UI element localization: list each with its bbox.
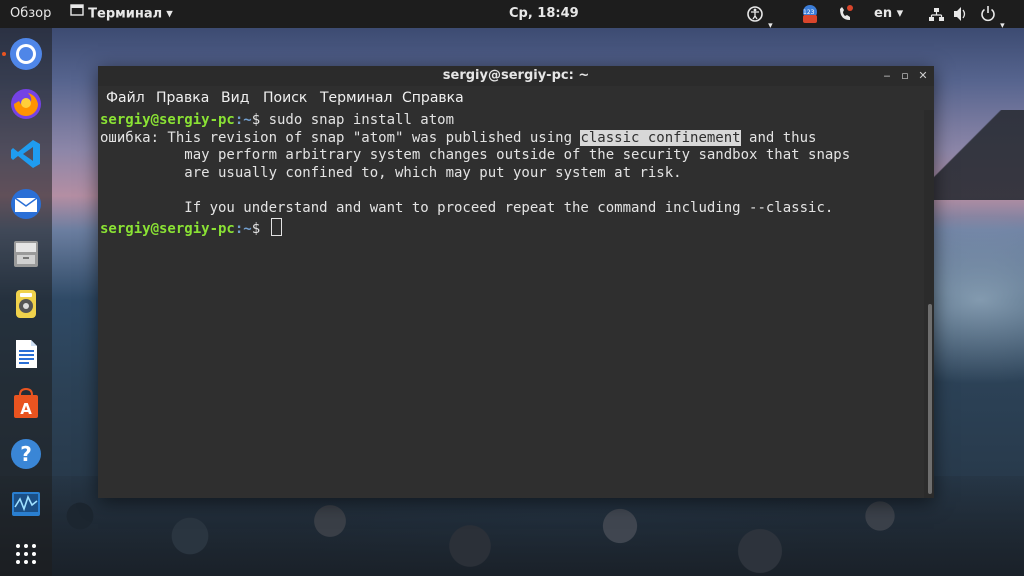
command-text: sudo snap install atom bbox=[268, 112, 455, 128]
minimize-button[interactable]: ‒ bbox=[878, 66, 896, 86]
wallpaper-mountain bbox=[924, 110, 1024, 200]
terminal-window[interactable]: sergiy@sergiy-pc: ~ ‒ ▫ ✕ Файл Правка Ви… bbox=[98, 66, 934, 498]
system-monitor-icon[interactable] bbox=[8, 486, 44, 522]
files-icon[interactable] bbox=[8, 236, 44, 272]
app-menu[interactable]: Терминал ▾ bbox=[70, 0, 173, 28]
clock[interactable]: Ср, 18:49 bbox=[509, 0, 579, 28]
prompt-line: sergiy@sergiy-pc:~$ bbox=[100, 217, 282, 239]
mail-icon[interactable] bbox=[8, 186, 44, 222]
selected-text[interactable]: classic confinement bbox=[580, 129, 741, 146]
phone-indicator-icon[interactable] bbox=[836, 0, 854, 28]
error-line-1: ошибка: This revision of snap "atom" was… bbox=[100, 129, 817, 148]
menu-edit[interactable]: Правка bbox=[156, 86, 209, 110]
menu-file[interactable]: Файл bbox=[106, 86, 145, 110]
prompt-user-host: sergiy@sergiy-pc bbox=[100, 220, 235, 237]
terminal-output[interactable]: sergiy@sergiy-pc:~$ sudo snap install at… bbox=[98, 110, 924, 498]
running-indicator bbox=[2, 52, 6, 56]
menu-view[interactable]: Вид bbox=[221, 86, 249, 110]
menu-bar: Файл Правка Вид Поиск Терминал Справка bbox=[98, 86, 934, 110]
terminal-app-icon bbox=[70, 0, 84, 28]
notification-icon[interactable]: 123 bbox=[800, 0, 820, 28]
error-prefix: ошибка: This revision of snap "atom" was… bbox=[100, 129, 581, 146]
vscode-icon[interactable] bbox=[8, 136, 44, 172]
chevron-down-icon: ▾ bbox=[768, 21, 773, 31]
prompt-symbol: $ bbox=[251, 220, 269, 237]
music-icon[interactable] bbox=[8, 286, 44, 322]
dock: A ? bbox=[0, 28, 52, 576]
chevron-down-icon: ▾ bbox=[166, 6, 173, 22]
prompt-path: :~ bbox=[234, 112, 252, 128]
menu-help[interactable]: Справка bbox=[402, 86, 464, 110]
chevron-down-icon: ▾ bbox=[896, 6, 904, 21]
help-icon[interactable]: ? bbox=[8, 436, 44, 472]
software-center-icon[interactable]: A bbox=[8, 386, 44, 422]
firefox-icon[interactable] bbox=[8, 86, 44, 122]
chromium-icon[interactable] bbox=[8, 36, 44, 72]
menu-terminal[interactable]: Терминал bbox=[320, 86, 392, 110]
scrollbar[interactable] bbox=[924, 110, 934, 498]
command-line: sergiy@sergiy-pc:~$ sudo snap install at… bbox=[100, 112, 454, 130]
window-title: sergiy@sergiy-pc: ~ bbox=[442, 68, 590, 83]
window-titlebar[interactable]: sergiy@sergiy-pc: ~ bbox=[98, 66, 934, 86]
prompt-user-host: sergiy@sergiy-pc bbox=[100, 112, 235, 128]
chevron-down-icon: ▾ bbox=[1000, 21, 1005, 31]
svg-text:?: ? bbox=[20, 442, 32, 466]
prompt-path: :~ bbox=[234, 220, 252, 237]
error-suffix: and thus bbox=[740, 129, 817, 146]
menu-search[interactable]: Поиск bbox=[263, 86, 307, 110]
network-icon[interactable] bbox=[928, 0, 944, 28]
language-selector[interactable]: en ▾ bbox=[874, 0, 903, 28]
language-label: en bbox=[874, 6, 893, 21]
app-grid-icon[interactable] bbox=[8, 536, 44, 572]
minimize-icon: ‒ bbox=[883, 69, 891, 82]
close-button[interactable]: ✕ bbox=[914, 66, 932, 86]
error-line-4: If you understand and want to proceed re… bbox=[100, 200, 834, 216]
svg-text:A: A bbox=[20, 400, 32, 418]
notification-badge: 123 bbox=[803, 9, 815, 16]
maximize-icon: ▫ bbox=[901, 69, 909, 82]
error-line-3: are usually confined to, which may put y… bbox=[100, 164, 682, 181]
prompt-symbol: $ bbox=[251, 112, 269, 128]
activities-button[interactable]: Обзор bbox=[10, 0, 51, 28]
power-icon[interactable]: ▾ bbox=[980, 0, 1005, 31]
accessibility-icon[interactable]: ▾ bbox=[746, 0, 773, 31]
top-bar: Обзор Терминал ▾ Ср, 18:49 ▾ 123 en ▾ ▾ bbox=[0, 0, 1024, 31]
app-menu-label: Терминал bbox=[88, 6, 163, 22]
close-icon: ✕ bbox=[918, 69, 928, 82]
volume-icon[interactable] bbox=[952, 0, 968, 28]
text-cursor bbox=[270, 217, 282, 236]
writer-icon[interactable] bbox=[8, 336, 44, 372]
scrollbar-thumb[interactable] bbox=[928, 304, 932, 494]
maximize-button[interactable]: ▫ bbox=[896, 66, 914, 86]
error-line-2: may perform arbitrary system changes out… bbox=[100, 147, 851, 164]
